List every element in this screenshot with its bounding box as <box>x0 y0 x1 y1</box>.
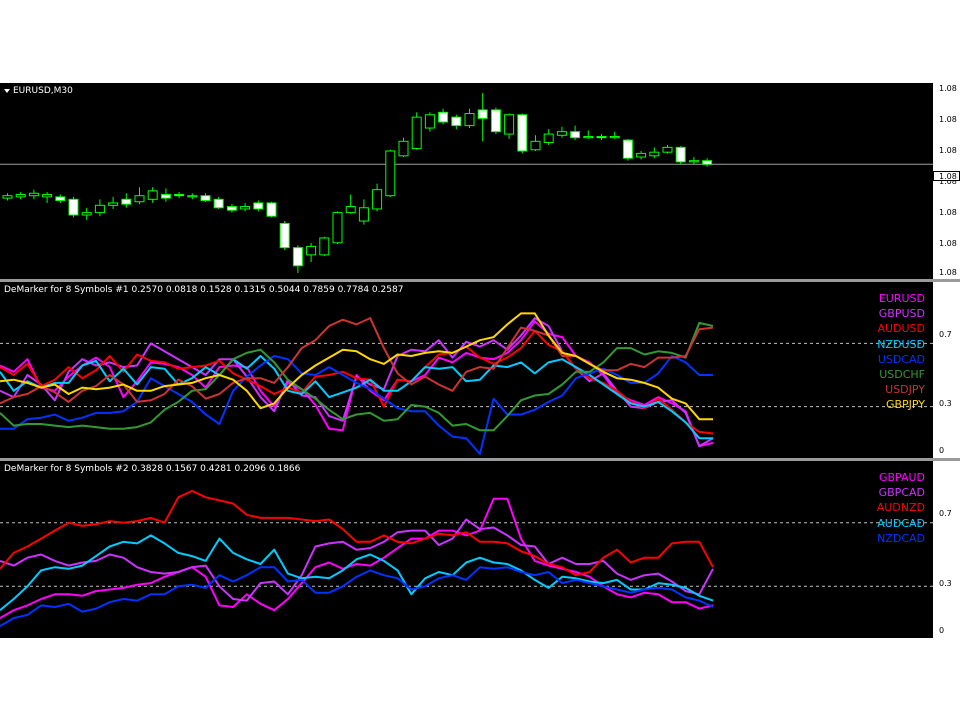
level-tick-label: 0.3 <box>939 399 952 408</box>
candle-body <box>702 160 713 165</box>
legend-item-usdchf: USDCHF <box>879 368 925 381</box>
candle-body <box>319 237 330 256</box>
candle-body <box>187 195 198 198</box>
price-tick-label: 1.08 <box>939 146 957 155</box>
candle-body <box>556 131 567 136</box>
symbol-menu-icon[interactable] <box>4 88 10 93</box>
candle-body <box>134 195 145 203</box>
candle-body <box>490 109 501 133</box>
candle-body <box>504 114 515 135</box>
legend-item-gbpcad: GBPCAD <box>878 486 925 500</box>
legend-item-usdjpy: USDJPY <box>885 383 925 397</box>
legend-item-audnzd: AUDNZD <box>876 501 925 515</box>
demarker-2-title: DeMarker for 8 Symbols #2 0.3828 0.1567 … <box>4 464 301 474</box>
legend-item-gbpaud: GBPAUD <box>878 471 925 484</box>
candle-body <box>292 247 303 267</box>
level-tick-label: 0.7 <box>939 509 952 518</box>
demarker-2-canvas <box>0 489 933 627</box>
candle-body <box>477 109 488 119</box>
candle-body <box>174 193 185 197</box>
candle-body <box>240 206 251 210</box>
legend-item-gbpusd: GBPUSD <box>878 307 925 321</box>
level-tick-label: 0.3 <box>939 579 952 588</box>
candle-body <box>2 195 13 199</box>
candle-body <box>609 135 620 139</box>
legend-item-gbpjpy: GBPJPY <box>885 398 925 412</box>
candle-body <box>464 113 475 127</box>
price-chart-title: EURUSD,M30 <box>4 86 73 96</box>
price-tick-label: 1.08 <box>939 84 957 93</box>
current-price-tag: 1.08 <box>933 171 960 181</box>
candle-body <box>160 193 171 199</box>
candle-body <box>15 193 26 198</box>
candle-body <box>583 135 594 139</box>
candle-body <box>530 140 541 151</box>
demarker-1-canvas <box>0 312 933 455</box>
level-tick-label: 0 <box>939 626 945 635</box>
candle-body <box>200 195 211 202</box>
candle-body <box>675 146 686 163</box>
candle-body <box>28 192 39 197</box>
candle-body <box>543 133 554 144</box>
demarker-2-axis: 0.7 0.3 0 <box>933 461 960 638</box>
candle-body <box>662 146 673 153</box>
demarker-pane-2[interactable]: DeMarker for 8 Symbols #2 0.3828 0.1567 … <box>0 461 933 638</box>
demarker-1-axis: 0.7 0.3 0 <box>933 282 960 458</box>
price-tick-label: 1.08 <box>939 239 957 248</box>
legend-item-nzdcad: NZDCAD <box>877 531 925 545</box>
candle-body <box>332 212 343 244</box>
candle-body <box>372 189 383 210</box>
candle-body <box>517 114 528 152</box>
candle-body <box>213 198 224 209</box>
candle-body <box>108 202 119 206</box>
candle-body <box>398 140 409 157</box>
candle-body <box>345 206 356 214</box>
legend-item-eurusd: EURUSD <box>878 292 925 305</box>
legend-item-usdcad: USDCAD <box>877 352 925 366</box>
price-tick-label: 1.08 <box>939 268 957 277</box>
level-tick-label: 0.7 <box>939 330 952 339</box>
candle-body <box>451 116 462 127</box>
candle-body <box>688 160 699 163</box>
legend-item-nzdusd: NZDUSD <box>877 337 925 351</box>
candle-body <box>94 204 105 214</box>
candle-body <box>42 193 53 198</box>
series-line-nzdcad <box>0 566 714 627</box>
candle-body <box>306 245 317 256</box>
candle-body <box>279 222 290 249</box>
candle-body <box>55 196 66 202</box>
price-tick-label: 1.08 <box>939 115 957 124</box>
candle-body <box>411 116 422 150</box>
candle-body <box>68 198 79 216</box>
series-line-nzdusd <box>0 355 713 440</box>
candle-body <box>81 212 92 216</box>
candle-body <box>570 131 581 139</box>
series-line-audcad <box>0 534 714 611</box>
candle-body <box>596 135 607 139</box>
price-chart-pane[interactable]: EURUSD,M30 <box>0 83 933 279</box>
price-tick-label: 1.08 <box>939 208 957 217</box>
candle-body <box>622 139 633 159</box>
candle-body <box>649 151 660 157</box>
level-tick-label: 0 <box>939 446 945 455</box>
candle-body <box>438 111 449 123</box>
legend-item-audcad: AUDCAD <box>877 516 925 530</box>
candle-body <box>424 114 435 129</box>
candle-body <box>636 152 647 158</box>
candle-body <box>266 202 277 217</box>
trading-terminal: EURUSD,M30 1.08 1.08 1.08 1.08 1.08 1.08… <box>0 83 960 638</box>
legend-item-audusd: AUDUSD <box>877 322 925 336</box>
candle-body <box>226 206 237 211</box>
candle-body <box>385 150 396 197</box>
price-axis: 1.08 1.08 1.08 1.08 1.08 1.08 1.08 1.08 <box>933 83 960 279</box>
demarker-pane-1[interactable]: DeMarker for 8 Symbols #1 0.2570 0.0818 … <box>0 282 933 458</box>
candle-body <box>358 207 369 222</box>
demarker-1-title: DeMarker for 8 Symbols #1 0.2570 0.0818 … <box>4 285 404 295</box>
candle-body <box>121 198 132 205</box>
candle-body <box>147 190 158 200</box>
price-chart-canvas <box>0 93 933 273</box>
candle-body <box>253 202 264 210</box>
